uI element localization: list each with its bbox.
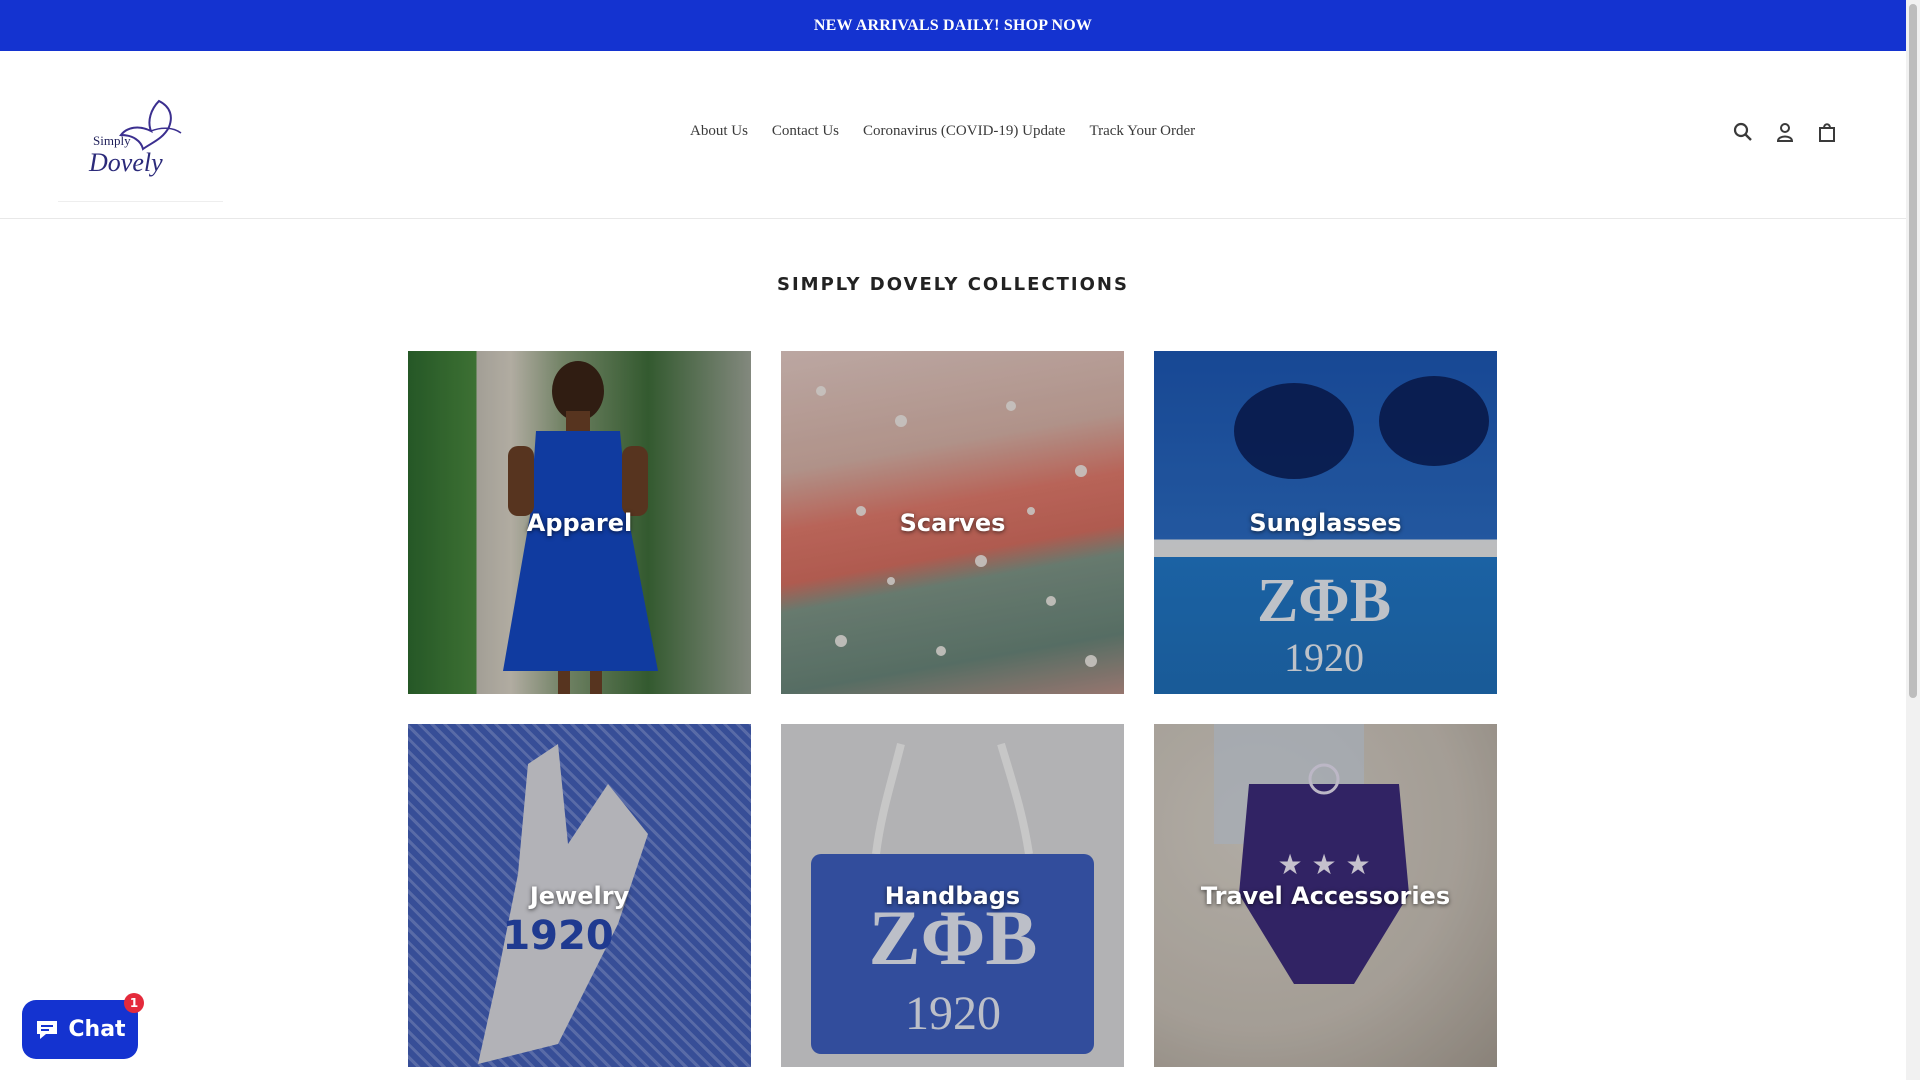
header-icons: [1732, 121, 1838, 143]
collection-label: Apparel: [526, 508, 633, 537]
collection-handbags[interactable]: ZΦB 1920 Handbags: [781, 724, 1124, 1067]
chat-label: Chat: [68, 1017, 126, 1042]
cart-icon[interactable]: [1816, 121, 1838, 143]
nav-track-order[interactable]: Track Your Order: [1089, 123, 1195, 140]
scrollbar-thumb[interactable]: [1909, 4, 1917, 698]
svg-text:Simply: Simply: [93, 133, 131, 148]
collection-label: Jewelry: [529, 881, 630, 910]
dove-logo-icon: Simply Dovely: [88, 99, 181, 177]
site-logo[interactable]: Simply Dovely: [58, 71, 223, 203]
collections-title: SIMPLY DOVELY COLLECTIONS: [777, 274, 1129, 295]
chat-unread-badge: 1: [124, 993, 144, 1013]
site-header: Simply Dovely About Us Contact Us Corona…: [0, 51, 1906, 219]
nav-about-us[interactable]: About Us: [690, 123, 748, 140]
collection-scarves[interactable]: Scarves: [781, 351, 1124, 694]
collection-label: Handbags: [884, 881, 1021, 910]
announcement-bar[interactable]: NEW ARRIVALS DAILY! SHOP NOW: [0, 0, 1906, 51]
collection-jewelry[interactable]: 1920 Jewelry: [408, 724, 751, 1067]
svg-text:Dovely: Dovely: [88, 148, 163, 177]
collection-label: Sunglasses: [1249, 508, 1402, 537]
chat-bubble-icon: [37, 1020, 58, 1039]
main-nav: About Us Contact Us Coronavirus (COVID-1…: [690, 123, 1195, 140]
account-icon[interactable]: [1774, 121, 1796, 143]
nav-covid-update[interactable]: Coronavirus (COVID-19) Update: [863, 123, 1065, 140]
logo-divider: [58, 201, 223, 202]
nav-contact-us[interactable]: Contact Us: [772, 123, 839, 140]
announcement-text: NEW ARRIVALS DAILY! SHOP NOW: [813, 16, 1093, 34]
collection-label: Travel Accessories: [1200, 881, 1451, 910]
search-icon[interactable]: [1732, 121, 1754, 143]
collection-apparel[interactable]: Apparel: [408, 351, 751, 694]
collection-travel-accessories[interactable]: ★ ★ ★ Travel Accessories: [1154, 724, 1497, 1067]
chat-button[interactable]: Chat: [22, 1000, 138, 1059]
page-scrollbar[interactable]: [1906, 0, 1920, 1080]
collection-sunglasses[interactable]: ZΦB 1920 Sunglasses: [1154, 351, 1497, 694]
collection-label: Scarves: [899, 508, 1006, 537]
